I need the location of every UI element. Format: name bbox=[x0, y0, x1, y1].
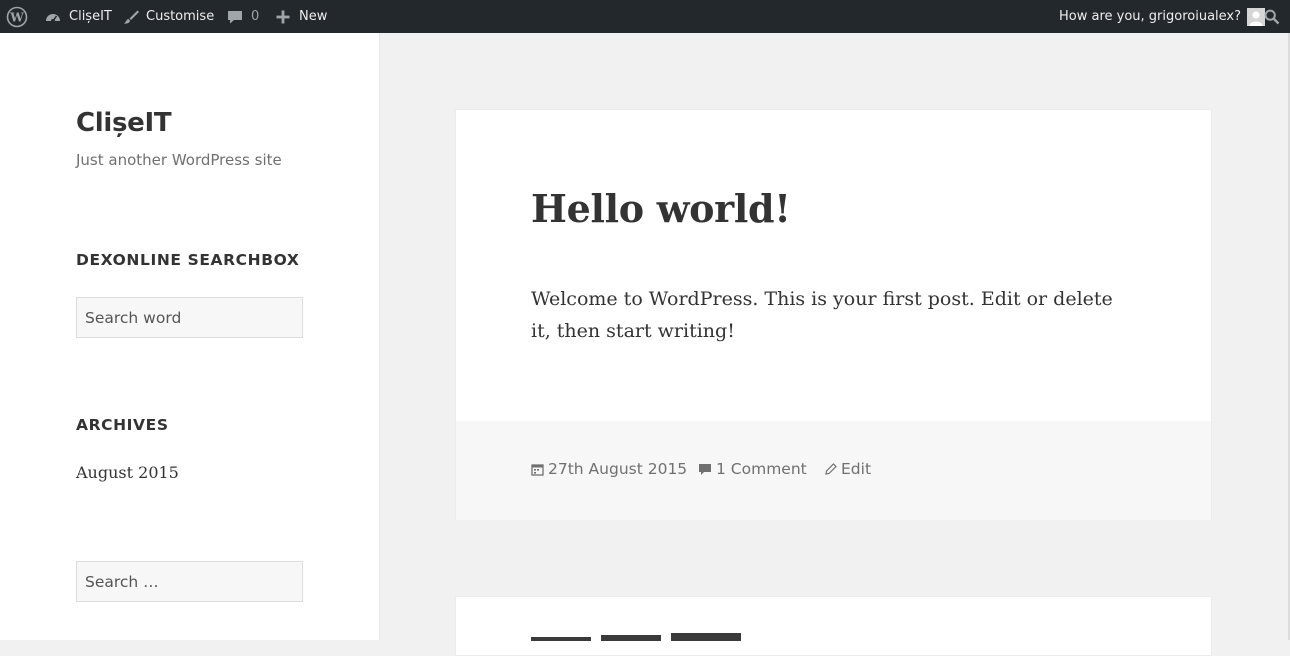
archives-widget-title: ARCHIVES bbox=[76, 416, 169, 434]
avatar bbox=[1247, 7, 1266, 26]
comment-bubble-icon bbox=[227, 9, 243, 25]
site-title[interactable]: ClișeIT bbox=[76, 108, 172, 138]
plus-icon bbox=[276, 10, 290, 24]
dexonline-widget-title: DEXONLINE SEARCHBOX bbox=[76, 251, 300, 269]
search-icon[interactable] bbox=[1264, 0, 1280, 33]
new-content-menu[interactable]: New bbox=[276, 0, 327, 33]
next-post-title-peek bbox=[531, 633, 741, 641]
dashboard-icon bbox=[44, 9, 62, 25]
post-comments-link[interactable]: 1 Comment bbox=[698, 460, 807, 478]
post-footer: 27th August 2015 1 Comment Edit bbox=[456, 421, 1211, 520]
post-comments-count: 1 Comment bbox=[716, 460, 807, 478]
next-post-card bbox=[455, 596, 1212, 656]
pencil-icon bbox=[825, 463, 837, 475]
customise-menu[interactable]: Customise bbox=[123, 0, 214, 33]
archive-link-august-2015[interactable]: August 2015 bbox=[76, 463, 179, 482]
post-date-link[interactable]: 27th August 2015 bbox=[531, 460, 687, 478]
search-input[interactable] bbox=[76, 561, 303, 602]
post-date: 27th August 2015 bbox=[548, 460, 688, 478]
post-content: Welcome to WordPress. This is your first… bbox=[531, 288, 1113, 342]
customise-label: Customise bbox=[146, 9, 215, 24]
comments-count: 0 bbox=[251, 9, 260, 24]
admin-bar: W ClișeIT Customise 0 New How are you, g… bbox=[0, 0, 1290, 33]
dexonline-search-input[interactable] bbox=[76, 297, 303, 338]
greeting-text: How are you, grigoroiualex? bbox=[1059, 9, 1242, 24]
wordpress-logo-icon[interactable]: W bbox=[6, 0, 28, 33]
post-edit-label: Edit bbox=[841, 460, 872, 478]
post-title[interactable]: Hello world! bbox=[531, 186, 791, 231]
calendar-icon bbox=[531, 463, 544, 476]
sidebar-divider bbox=[379, 33, 380, 640]
new-label: New bbox=[299, 9, 328, 24]
comments-menu[interactable]: 0 bbox=[227, 0, 259, 33]
post-card: Hello world! Welcome to WordPress. This … bbox=[455, 109, 1212, 520]
site-description: Just another WordPress site bbox=[76, 151, 282, 169]
paintbrush-icon bbox=[123, 9, 139, 25]
svg-text:W: W bbox=[9, 10, 24, 24]
post-edit-link[interactable]: Edit bbox=[825, 460, 871, 478]
comment-icon bbox=[698, 463, 712, 476]
my-account-menu[interactable]: How are you, grigoroiualex? bbox=[1059, 0, 1266, 33]
site-name-label: ClișeIT bbox=[69, 9, 112, 24]
site-menu[interactable]: ClișeIT bbox=[44, 0, 112, 33]
